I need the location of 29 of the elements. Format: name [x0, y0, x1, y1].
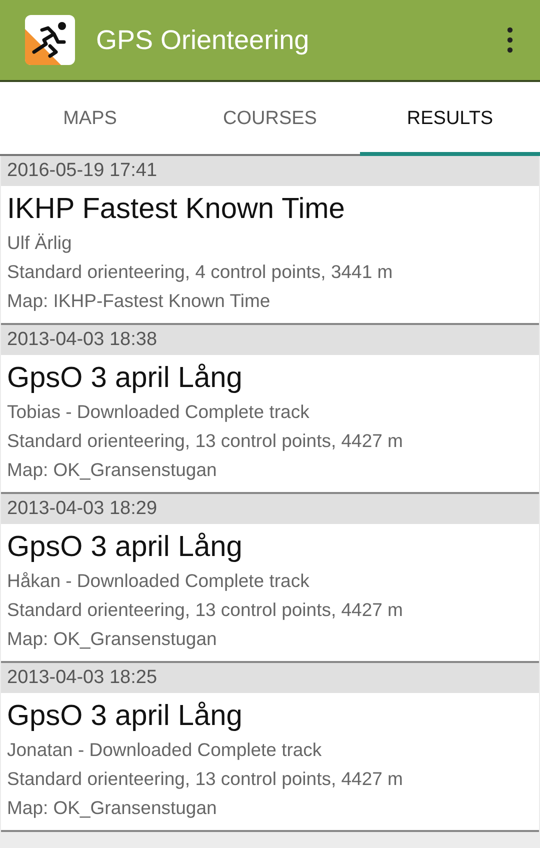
course-info: Standard orienteering, 13 control points, 4427 m — [7, 767, 404, 791]
map-name: Map: OK_Gransenstugan — [7, 796, 218, 820]
course-info: Standard orienteering, 13 control points, 4427 m — [7, 598, 404, 622]
runner-logo-icon — [24, 14, 76, 66]
result-card[interactable]: GpsO 3 april Lång Jonatan - Downloaded Complete track Standard orienteering, 13 control points, 4427 m Map: OK_Gransenstugan — [1, 693, 539, 830]
course-info: Standard orienteering, 13 control points, 4427 m — [7, 429, 404, 453]
tab[interactable]: MAPS — [0, 82, 180, 156]
date-header: 2013-04-03 18:29 — [1, 494, 539, 524]
result-title: IKHP Fastest Known Time — [7, 192, 346, 227]
overflow-menu-icon[interactable] — [506, 27, 514, 53]
result-card[interactable]: IKHP Fastest Known Time Ulf Ärlig Standard orienteering, 4 control points, 3441 m Map: IKHP-Fastest Known Time — [1, 186, 539, 323]
result-title: GpsO 3 april Lång — [7, 699, 244, 734]
result-card[interactable]: GpsO 3 april Lång Håkan - Downloaded Complete track Standard orienteering, 13 control points, 4427 m Map: OK_Gransenstugan — [1, 524, 539, 661]
runner-name: Håkan - Downloaded Complete track — [7, 569, 310, 593]
map-name: Map: OK_Gransenstugan — [7, 458, 218, 482]
map-name: Map: OK_Gransenstugan — [7, 627, 218, 651]
tab[interactable]: COURSES — [180, 82, 360, 156]
course-info: Standard orienteering, 4 control points, 3441 m — [7, 260, 394, 284]
result-title: GpsO 3 april Lång — [7, 530, 244, 565]
map-name: Map: IKHP-Fastest Known Time — [7, 289, 272, 313]
result-card[interactable]: GpsO 3 april Lång Tobias - Downloaded Complete track Standard orienteering, 13 control points, 4427 m Map: OK_Gransenstugan — [1, 355, 539, 492]
result-title: GpsO 3 april Lång — [7, 361, 244, 396]
app-title: GPS Orienteering — [96, 24, 310, 56]
date-header: 2013-04-03 18:25 — [1, 663, 539, 693]
runner-name: Tobias - Downloaded Complete track — [7, 400, 310, 424]
runner-name: Jonatan - Downloaded Complete track — [7, 738, 323, 762]
date-header: 2013-04-03 18:38 — [1, 325, 539, 355]
runner-name: Ulf Ärlig — [7, 231, 73, 255]
date-header: 2016-05-19 17:41 — [1, 156, 539, 186]
